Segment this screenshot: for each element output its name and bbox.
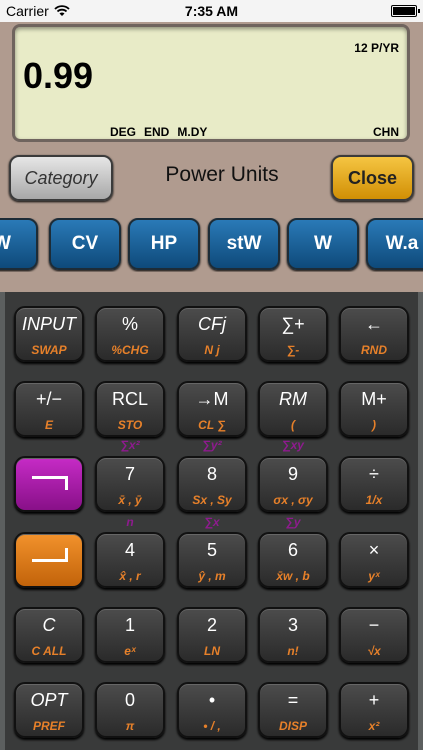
stat-label: ∑x: [204, 515, 220, 529]
clock: 7:35 AM: [184, 3, 239, 19]
multiply-key[interactable]: × yˣ: [339, 532, 409, 588]
digit-5-key[interactable]: 5ŷ , m: [177, 532, 247, 588]
unit-selector-row[interactable]: W CV HP stW W W.a: [0, 218, 423, 272]
rcl-key[interactable]: RCL STO: [95, 381, 165, 437]
digit-2-key[interactable]: 2 LN: [177, 607, 247, 663]
sign-key[interactable]: +/− E: [14, 381, 84, 437]
category-button[interactable]: Category: [9, 155, 113, 201]
digit-3-key[interactable]: 3 n!: [258, 607, 328, 663]
stat-label: n: [126, 515, 134, 529]
digit-8-key[interactable]: 8 Sx , Sy: [177, 456, 247, 512]
digit-9-key[interactable]: 9 σx , σy: [258, 456, 328, 512]
payments-per-year-indicator: 12 P/YR: [354, 41, 399, 55]
stat-label: ∑x²: [120, 438, 140, 452]
memory-plus-key[interactable]: M+): [339, 381, 409, 437]
subtract-key[interactable]: − √x: [339, 607, 409, 663]
battery-icon: [391, 5, 420, 17]
shift-down-icon: [32, 548, 68, 562]
unit-button[interactable]: W: [287, 218, 359, 270]
language-indicator: CHN: [373, 125, 399, 139]
stat-label: ∑xy: [282, 438, 304, 452]
digit-0-key[interactable]: 0π: [95, 682, 165, 738]
close-button[interactable]: Close: [331, 155, 414, 201]
unit-button[interactable]: HP: [128, 218, 200, 270]
unit-button[interactable]: stW: [208, 218, 280, 270]
digit-4-key[interactable]: 4 x̂ , r: [95, 532, 165, 588]
rm-key[interactable]: RM(: [258, 381, 328, 437]
keypad: INPUT SWAP % %CHG CFj N j ∑+ ∑- ← RND +/− E RC…: [0, 292, 423, 750]
cfj-key[interactable]: CFj N j: [177, 306, 247, 362]
status-bar: Carrier 7:35 AM: [0, 0, 423, 22]
backspace-key[interactable]: ← RND: [339, 306, 409, 362]
clear-key[interactable]: CC ALL: [14, 607, 84, 663]
payment-mode-indicator: END: [144, 125, 170, 139]
stat-label: ∑y²: [202, 438, 222, 452]
shift-down-key[interactable]: [14, 532, 84, 588]
input-key[interactable]: INPUT SWAP: [14, 306, 84, 362]
angle-mode-indicator: DEG: [110, 125, 137, 139]
sigma-plus-key[interactable]: ∑+ ∑-: [258, 306, 328, 362]
equals-key[interactable]: = DISP: [258, 682, 328, 738]
unit-button[interactable]: CV: [49, 218, 121, 270]
digit-6-key[interactable]: 6 x̄w , b: [258, 532, 328, 588]
top-panel: 12 P/YR 0.99 DEG END M.DY CHN Category P…: [0, 22, 423, 292]
add-key[interactable]: + x²: [339, 682, 409, 738]
lcd-display: 12 P/YR 0.99 DEG END M.DY CHN: [12, 24, 410, 142]
digit-1-key[interactable]: 1 eˣ: [95, 607, 165, 663]
decimal-key[interactable]: • • / ,: [177, 682, 247, 738]
shift-up-icon: [32, 476, 68, 490]
unit-button[interactable]: W: [0, 218, 38, 270]
stat-label: ∑y: [285, 515, 301, 529]
panel-title: Power Units: [165, 163, 279, 186]
digit-7-key[interactable]: 7 x̄ , ȳ: [95, 456, 165, 512]
options-key[interactable]: OPT PREF: [14, 682, 84, 738]
mode-indicators: DEG END M.DY: [110, 125, 207, 139]
to-memory-key[interactable]: →M CL ∑: [177, 381, 247, 437]
divide-key[interactable]: ÷ 1/x: [339, 456, 409, 512]
display-value: 0.99: [23, 55, 94, 96]
unit-button[interactable]: W.a: [366, 218, 423, 270]
percent-key[interactable]: % %CHG: [95, 306, 165, 362]
shift-up-key[interactable]: [14, 456, 84, 512]
date-format-indicator: M.DY: [177, 125, 208, 139]
